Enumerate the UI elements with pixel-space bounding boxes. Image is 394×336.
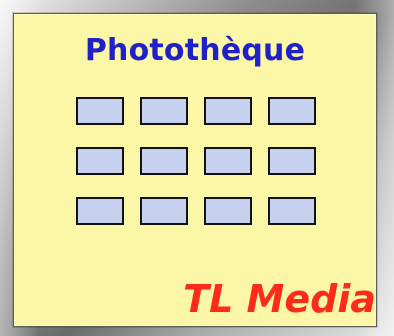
metal-frame: Photothèque TL Media	[0, 0, 394, 336]
thumbnail-5[interactable]	[76, 147, 124, 175]
thumbnail-8[interactable]	[268, 147, 316, 175]
page-title: Photothèque	[84, 33, 306, 68]
thumbnail-11[interactable]	[204, 197, 252, 225]
thumbnail-12[interactable]	[268, 197, 316, 225]
thumbnail-9[interactable]	[76, 197, 124, 225]
thumbnail-2[interactable]	[140, 97, 188, 125]
thumbnail-10[interactable]	[140, 197, 188, 225]
thumbnail-grid	[76, 97, 316, 225]
brand-label: TL Media	[183, 277, 376, 321]
phototheque-panel: Photothèque TL Media	[13, 13, 377, 327]
thumbnail-7[interactable]	[204, 147, 252, 175]
thumbnail-1[interactable]	[76, 97, 124, 125]
thumbnail-3[interactable]	[204, 97, 252, 125]
thumbnail-6[interactable]	[140, 147, 188, 175]
thumbnail-4[interactable]	[268, 97, 316, 125]
